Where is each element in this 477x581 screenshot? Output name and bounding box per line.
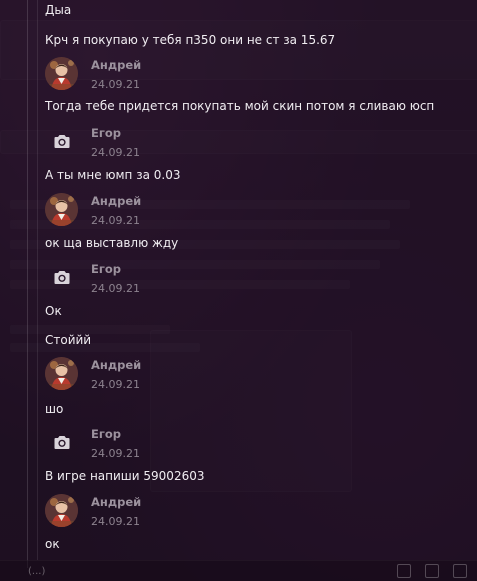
send-icon[interactable] (453, 564, 467, 578)
message-text: Дыа (45, 3, 72, 17)
message-text: Ок (45, 304, 62, 318)
message-date: 24.09.21 (91, 78, 140, 91)
thread-line (27, 0, 28, 568)
message-text: ок ща выставлю жду (45, 236, 179, 250)
author-name[interactable]: Андрей (91, 194, 141, 208)
message-text: А ты мне юмп за 0.03 (45, 168, 181, 182)
attach-icon[interactable] (397, 564, 411, 578)
camera-icon[interactable] (45, 125, 78, 158)
avatar[interactable] (45, 357, 78, 390)
message-date: 24.09.21 (91, 282, 140, 295)
message-date: 24.09.21 (91, 146, 140, 159)
author-name[interactable]: Егор (91, 427, 121, 441)
message-date: 24.09.21 (91, 447, 140, 460)
author-name[interactable]: Андрей (91, 58, 141, 72)
author-name[interactable]: Егор (91, 126, 121, 140)
message-text: Тогда тебе придется покупать мой скин по… (45, 99, 435, 113)
camera-icon[interactable] (45, 426, 78, 459)
emoji-icon[interactable] (425, 564, 439, 578)
message-date: 24.09.21 (91, 515, 140, 528)
message-text: В игре напиши 59002603 (45, 469, 205, 483)
avatar[interactable] (45, 494, 78, 527)
message-date: 24.09.21 (91, 214, 140, 227)
footer-bar: (...) (0, 560, 477, 581)
avatar[interactable] (45, 193, 78, 226)
message-date: 24.09.21 (91, 378, 140, 391)
message-text: Стоййй (45, 333, 92, 347)
message-text: ок (45, 537, 60, 551)
thread-line (37, 0, 38, 560)
avatar[interactable] (45, 57, 78, 90)
author-name[interactable]: Егор (91, 262, 121, 276)
footer-icons (397, 564, 467, 578)
author-name[interactable]: Андрей (91, 358, 141, 372)
footer-text: (...) (28, 566, 46, 577)
author-name[interactable]: Андрей (91, 495, 141, 509)
message-text: шо (45, 402, 64, 416)
camera-icon[interactable] (45, 261, 78, 294)
message-text: Крч я покупаю у тебя п350 они не ст за 1… (45, 33, 336, 47)
